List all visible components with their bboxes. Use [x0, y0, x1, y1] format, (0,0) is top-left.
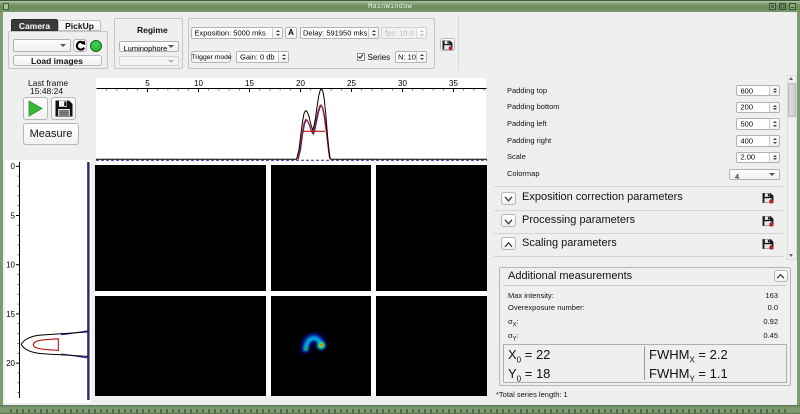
svg-text:10: 10: [194, 79, 203, 88]
svg-text:30: 30: [398, 79, 407, 88]
svg-text:5: 5: [145, 79, 150, 88]
svg-text:35: 35: [449, 79, 458, 88]
svg-text:20: 20: [6, 359, 15, 368]
svg-text:5: 5: [11, 212, 16, 221]
svg-text:0: 0: [11, 162, 16, 171]
svg-text:25: 25: [347, 79, 356, 88]
svg-text:15: 15: [245, 79, 254, 88]
svg-text:10: 10: [6, 261, 15, 270]
svg-text:20: 20: [296, 79, 305, 88]
svg-text:15: 15: [6, 310, 15, 319]
